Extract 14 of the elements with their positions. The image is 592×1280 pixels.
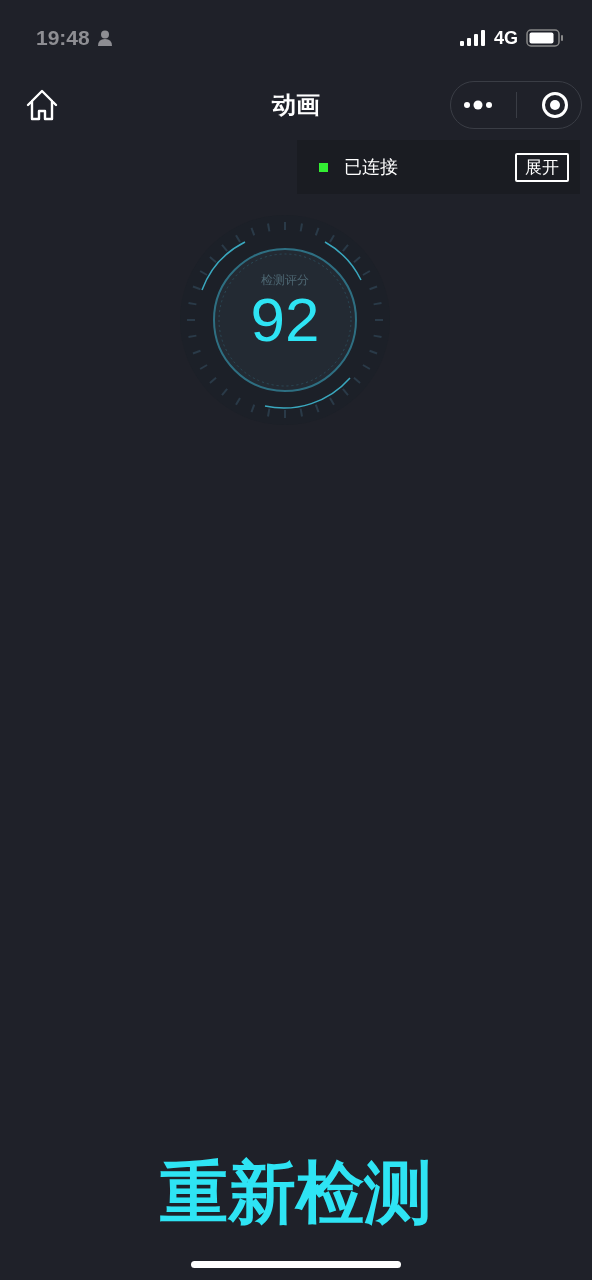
person-icon: [97, 30, 112, 46]
page-title: 动画: [270, 90, 321, 121]
more-icon[interactable]: [462, 100, 493, 110]
retest-button[interactable]: 重新检测: [160, 1148, 432, 1239]
connection-status: 已连接: [344, 155, 398, 179]
expand-button[interactable]: 展开: [515, 152, 569, 182]
close-target-icon[interactable]: [541, 91, 570, 119]
status-time: 19:48: [36, 26, 90, 50]
battery-icon: [526, 29, 564, 47]
score-label: 检测评分: [260, 272, 310, 289]
score-value: 92: [249, 286, 321, 355]
home-icon[interactable]: [25, 89, 59, 121]
signal-icon: [460, 30, 486, 46]
network-label: 4G: [494, 27, 518, 49]
